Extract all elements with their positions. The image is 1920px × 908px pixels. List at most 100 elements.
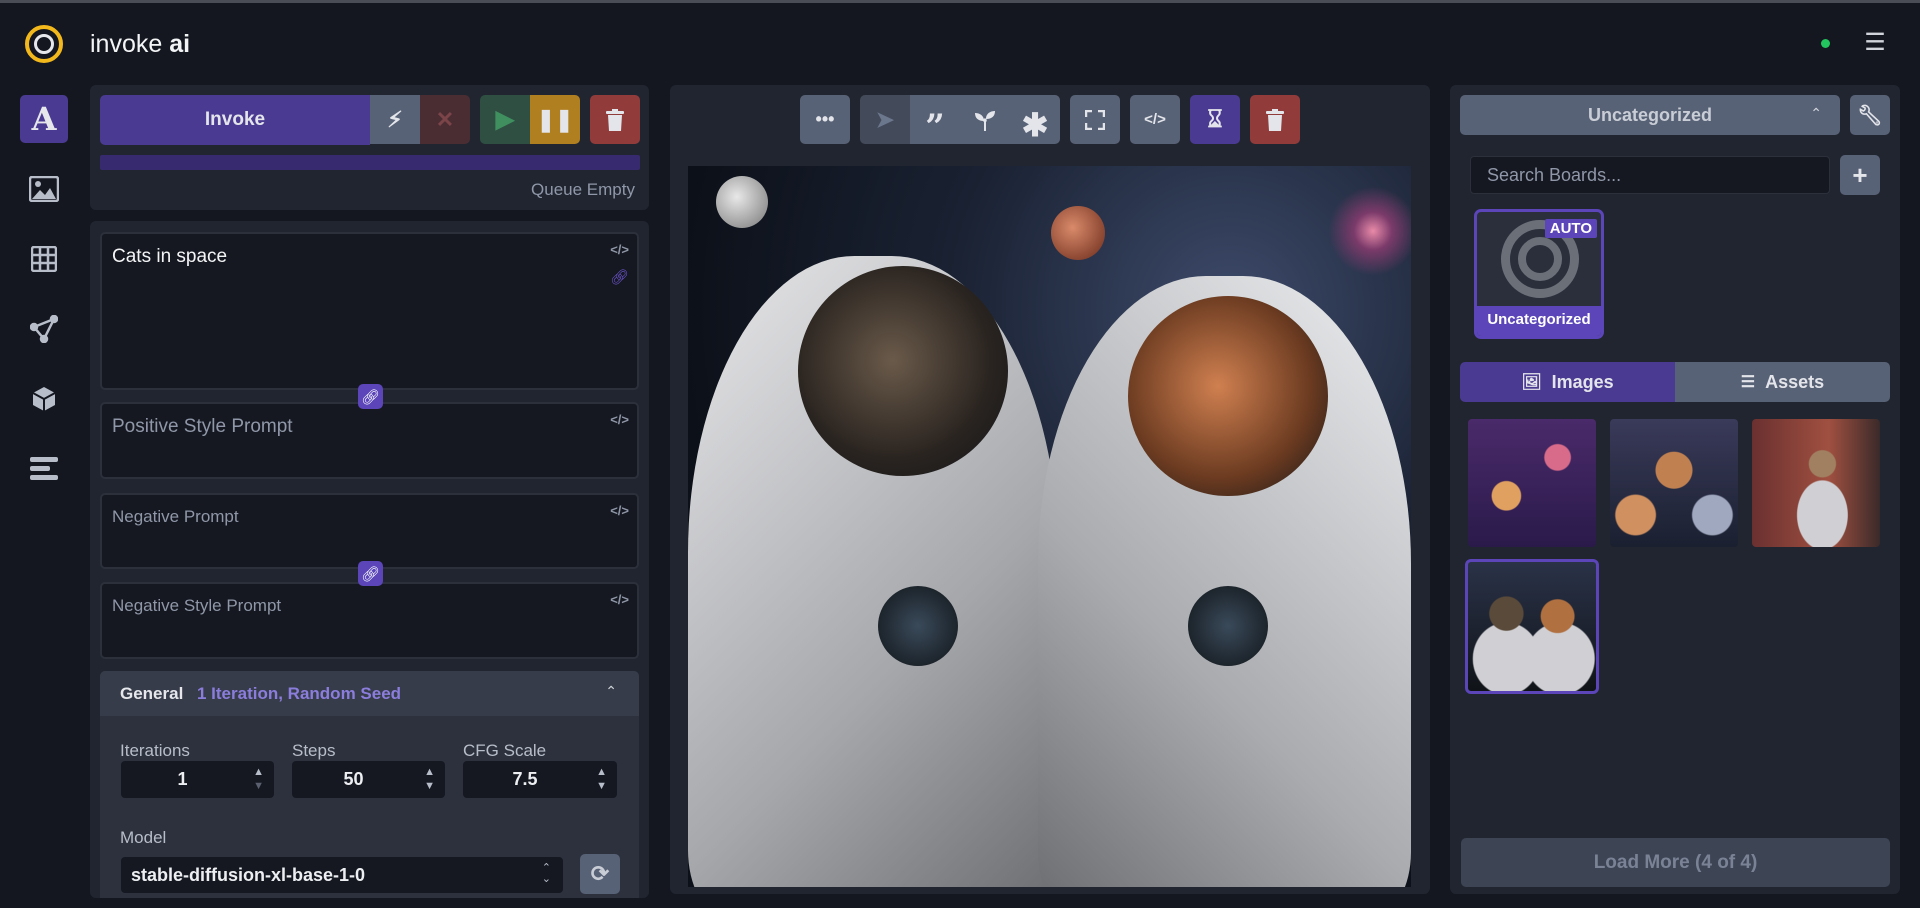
progress-bar (100, 155, 640, 170)
sidebar-item-image-to-image[interactable] (20, 165, 68, 213)
chevron-up-icon: ⌃ (1810, 105, 1822, 121)
positive-style-prompt-input[interactable]: Positive Style Prompt </> (100, 402, 639, 479)
app-title: invoke ai (90, 30, 191, 58)
chevron-up-icon: ⌃ (605, 683, 617, 699)
image-thumbnail[interactable] (1468, 419, 1596, 547)
sidebar-item-queue[interactable] (20, 445, 68, 493)
sidebar-item-text-to-image[interactable]: A (20, 95, 68, 143)
sidebar-item-model-manager[interactable] (20, 375, 68, 423)
trash-icon (1266, 108, 1284, 131)
chevron-updown-icon: ⌃ ⌄ (541, 862, 551, 885)
board-settings-button[interactable]: 🔧︎ (1850, 95, 1890, 135)
use-all-parameters-button[interactable]: ✱ (1010, 95, 1060, 144)
recall-seed-button[interactable]: ⸱ (960, 95, 1010, 144)
refresh-models-button[interactable]: ⟳ (580, 854, 620, 894)
fullscreen-icon (1085, 109, 1105, 130)
board-selector-label: Uncategorized (1587, 105, 1713, 125)
resume-button[interactable]: ▶ (480, 95, 530, 144)
use-workflow-button[interactable]: ➤ (860, 95, 910, 144)
stepper-arrows[interactable]: ▲ ▼ (596, 765, 607, 793)
delete-image-button[interactable] (1250, 95, 1300, 144)
stepper-arrows[interactable]: ▲ ▼ (253, 765, 264, 793)
model-label: Model (120, 828, 167, 847)
search-boards-input[interactable] (1470, 156, 1830, 194)
recall-prompt-button[interactable]: ” (910, 95, 960, 147)
play-icon: ▶ (495, 106, 515, 133)
steps-label: Steps (292, 741, 336, 760)
list-icon (30, 457, 58, 480)
general-accordion: General 1 Iteration, Random Seed ⌃ Itera… (100, 671, 639, 898)
iterations-input[interactable]: 1 ▲ ▼ (121, 761, 274, 798)
app-logo (25, 25, 63, 63)
image-thumbnail-selected[interactable] (1465, 559, 1599, 694)
concat-negative-style-toggle[interactable]: 🔗︎ (358, 561, 383, 586)
load-more-button[interactable]: Load More (4 of 4) (1461, 838, 1890, 887)
stepper-arrows[interactable]: ▲ ▼ (424, 765, 435, 793)
tab-images[interactable]: 🖼︎ Images (1460, 362, 1675, 402)
link-icon[interactable]: 🔗︎ (610, 268, 629, 286)
concat-style-toggle[interactable]: 🔗︎ (358, 384, 383, 409)
code-icon: </> (1144, 111, 1166, 128)
letter-a-icon: A (31, 100, 57, 138)
image-icon (29, 176, 59, 202)
show-progress-button[interactable]: ⌛︎ (1190, 95, 1240, 144)
general-accordion-header[interactable]: General 1 Iteration, Random Seed ⌃ (100, 671, 639, 716)
steps-input[interactable]: 50 ▲ ▼ (292, 761, 445, 798)
code-icon[interactable]: </> (610, 503, 629, 518)
cube-icon (32, 387, 56, 411)
fullscreen-button[interactable] (1070, 95, 1120, 144)
nodes-icon (30, 315, 58, 343)
parameters-panel: Cats in space </> 🔗︎ 🔗︎ Positive Style P… (90, 221, 649, 898)
sidebar-item-unified-canvas[interactable] (20, 235, 68, 283)
placeholder: Positive Style Prompt (112, 416, 293, 437)
server-icon: ☰ (1740, 374, 1756, 391)
model-select[interactable]: stable-diffusion-xl-base-1-0 ⌃ ⌄ (121, 857, 563, 893)
more-button[interactable]: ••• (800, 95, 850, 144)
code-icon[interactable]: </> (610, 242, 629, 257)
cfg-scale-input[interactable]: 7.5 ▲ ▼ (463, 761, 617, 798)
clear-queue-button[interactable] (590, 95, 640, 144)
accordion-title: General (120, 684, 184, 703)
quote-icon: ” (925, 106, 945, 147)
menu-icon[interactable]: ☰ (1862, 29, 1888, 56)
positive-prompt-input[interactable]: Cats in space </> 🔗︎ (100, 232, 639, 390)
model-value: stable-diffusion-xl-base-1-0 (131, 865, 366, 885)
trash-icon (606, 108, 624, 131)
plus-icon: + (1852, 159, 1868, 190)
link-icon: 🔗︎ (360, 565, 381, 583)
more-icon: ••• (815, 109, 835, 129)
status-indicator (1821, 39, 1830, 48)
image-thumbnail[interactable] (1752, 419, 1880, 547)
images-icon: 🖼︎ (1521, 374, 1542, 391)
close-icon: ✕ (435, 106, 455, 132)
placeholder: Negative Prompt (112, 507, 239, 526)
add-board-button[interactable]: + (1840, 155, 1880, 195)
negative-prompt-input[interactable]: Negative Prompt </> (100, 493, 639, 569)
accordion-summary: 1 Iteration, Random Seed (197, 684, 402, 703)
link-icon: 🔗︎ (360, 388, 381, 406)
invoke-front-button[interactable]: ⚡︎ (370, 95, 420, 144)
code-icon[interactable]: </> (610, 412, 629, 427)
lightning-icon: ⚡︎ (387, 106, 403, 132)
image-thumbnail[interactable] (1610, 419, 1738, 547)
invoke-button[interactable]: Invoke (100, 95, 370, 145)
current-image (688, 166, 1411, 887)
cancel-button[interactable]: ✕ (420, 95, 470, 144)
iterations-label: Iterations (120, 741, 190, 760)
board-name: Uncategorized (1477, 306, 1601, 336)
cfg-scale-label: CFG Scale (463, 741, 547, 760)
board-tile-uncategorized[interactable]: AUTO Uncategorized (1474, 209, 1604, 339)
workflow-icon: ➤ (875, 106, 895, 132)
placeholder: Negative Style Prompt (112, 596, 282, 615)
wrench-icon: 🔧︎ (1857, 104, 1883, 127)
board-selector[interactable]: Uncategorized ⌃ (1460, 95, 1840, 135)
queue-status: Queue Empty (531, 180, 635, 199)
negative-style-prompt-input[interactable]: Negative Style Prompt </> (100, 582, 639, 659)
refresh-icon: ⟳ (590, 861, 610, 886)
pause-button[interactable]: ❚❚ (530, 95, 580, 144)
tab-assets[interactable]: ☰ Assets (1675, 362, 1890, 402)
hourglass-icon: ⌛︎ (1207, 105, 1223, 133)
sidebar-item-workflow-editor[interactable] (20, 305, 68, 353)
code-icon[interactable]: </> (610, 592, 629, 607)
show-metadata-button[interactable]: </> (1130, 95, 1180, 144)
